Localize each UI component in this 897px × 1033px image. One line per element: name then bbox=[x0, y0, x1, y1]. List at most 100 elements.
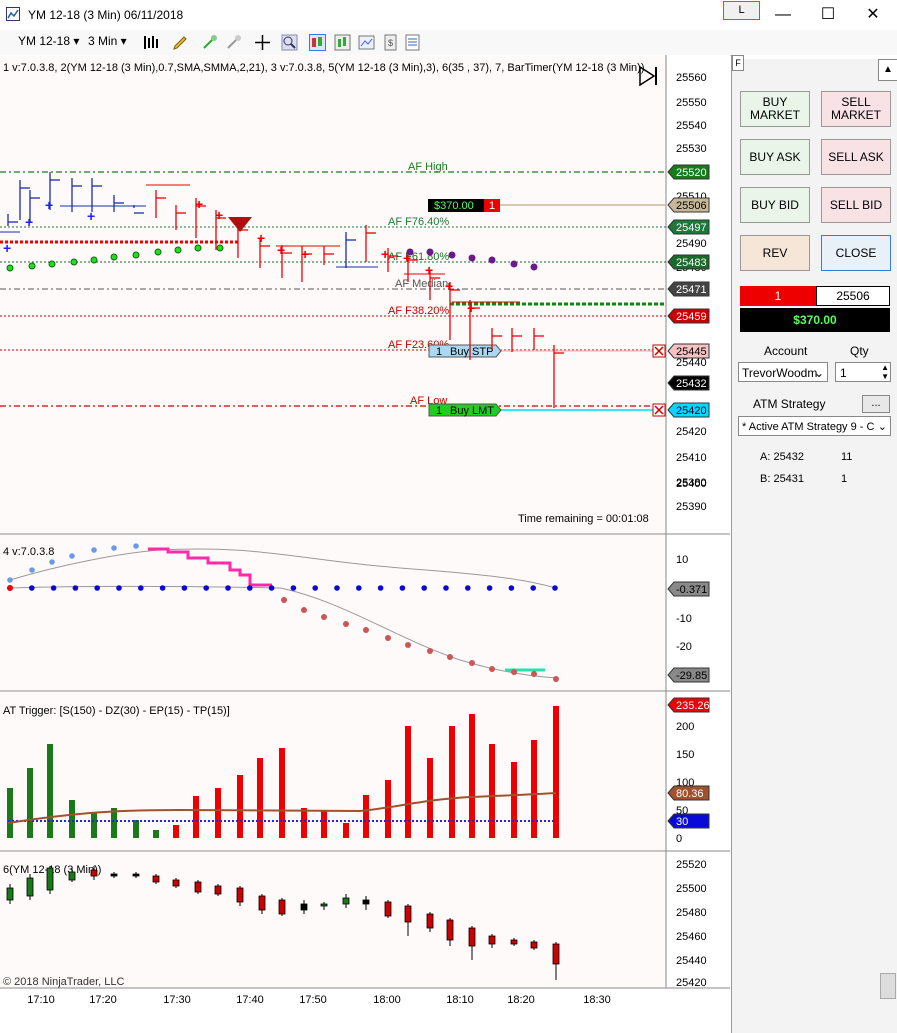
candle-body bbox=[468, 927, 476, 947]
chart-area[interactable]: 1 v:7.0.3.8, 2(YM 12-18 (3 Min),0.7,SMA,… bbox=[0, 55, 730, 1033]
buy-ask-button[interactable]: BUY ASK bbox=[740, 139, 810, 175]
price-axis-marker-label: 25445 bbox=[676, 346, 707, 358]
close-position-button[interactable]: CLOSE bbox=[821, 235, 891, 271]
zoom-icon[interactable] bbox=[281, 34, 298, 51]
trigger-bar bbox=[153, 830, 159, 838]
bar-type-icon[interactable] bbox=[142, 34, 159, 51]
buy-limit-order[interactable]: 1 Buy LMT bbox=[428, 403, 502, 417]
trigger-bar bbox=[27, 768, 33, 838]
osc-light-dot bbox=[7, 577, 13, 583]
green-dot bbox=[194, 244, 202, 252]
cancel-buy-stop-icon[interactable] bbox=[652, 344, 666, 358]
osc-axis-marker-label: -29.85 bbox=[676, 670, 707, 682]
chevron-down-icon: ⌄ bbox=[813, 366, 824, 380]
price-axis-marker-label: 25420 bbox=[676, 405, 707, 417]
candle-body bbox=[510, 939, 518, 945]
green-dot bbox=[48, 260, 56, 268]
purple-dot bbox=[406, 248, 414, 256]
plus-marker: + bbox=[25, 214, 33, 230]
trigger-bar bbox=[385, 780, 391, 838]
data-box-icon[interactable] bbox=[334, 34, 351, 51]
osc-blue-dot bbox=[334, 585, 340, 591]
chart-image-icon[interactable] bbox=[358, 34, 375, 51]
osc-axis-marker-label: -0.371 bbox=[676, 584, 707, 596]
osc-red-dot bbox=[385, 635, 391, 641]
osc-red-dot bbox=[343, 621, 349, 627]
reverse-button[interactable]: REV bbox=[740, 235, 810, 271]
qty-stepper[interactable]: 1 ▲ ▼ bbox=[835, 362, 891, 382]
pencil-icon[interactable] bbox=[172, 34, 189, 51]
price-axis: 2556025550255402553025510254902548025440… bbox=[667, 72, 710, 513]
candle-body bbox=[300, 903, 308, 911]
osc-red-dot bbox=[469, 660, 475, 666]
strategy-icon[interactable]: $ bbox=[382, 34, 399, 51]
minimize-button[interactable]: — bbox=[761, 2, 805, 28]
osc-blue-dot bbox=[486, 585, 493, 591]
trigger-bar bbox=[237, 775, 243, 838]
order-label: Buy STP bbox=[450, 346, 493, 358]
osc-light-dot bbox=[111, 545, 117, 551]
cancel-buy-limit-icon[interactable] bbox=[652, 403, 666, 417]
osc-light-dot bbox=[133, 543, 139, 549]
maximize-button[interactable]: ☐ bbox=[806, 2, 850, 28]
scrollbar-thumb[interactable] bbox=[880, 973, 896, 999]
float-icon[interactable]: F bbox=[732, 55, 744, 71]
osc-blue-dot bbox=[399, 585, 406, 591]
interval-selector[interactable]: 3 Min ▾ bbox=[88, 34, 127, 48]
candle-body bbox=[446, 919, 454, 941]
buy-bid-button[interactable]: BUY BID bbox=[740, 187, 810, 223]
atm-strategy-label: ATM Strategy bbox=[753, 397, 826, 411]
sell-ask-button[interactable]: SELL ASK bbox=[821, 139, 891, 175]
sell-market-button[interactable]: SELL MARKET bbox=[821, 91, 891, 127]
stepper-arrows-icon[interactable]: ▲ ▼ bbox=[881, 363, 889, 381]
add-indicator-icon[interactable] bbox=[202, 34, 219, 51]
pnl-display: $370.00 bbox=[740, 308, 890, 332]
candle-tick-label: 25500 bbox=[676, 883, 707, 895]
osc-light-dot bbox=[49, 559, 55, 565]
properties-icon[interactable] bbox=[404, 34, 421, 51]
osc-tick-label: -10 bbox=[676, 613, 692, 625]
scroll-up-arrow-icon[interactable]: ▲ bbox=[878, 59, 897, 81]
trigger-tick-label: 200 bbox=[676, 721, 694, 733]
green-dot bbox=[174, 246, 182, 254]
atm-options-button[interactable]: ... bbox=[862, 395, 890, 413]
account-select[interactable]: TrevorWoodm ⌄ bbox=[738, 362, 828, 382]
trigger-bar bbox=[321, 810, 327, 838]
candle-tick-label: 25460 bbox=[676, 931, 707, 943]
candle-tick-label: 25520 bbox=[676, 859, 707, 871]
l-button[interactable]: L bbox=[723, 1, 760, 20]
position-marker[interactable]: $370.00 1 bbox=[428, 199, 500, 212]
price-tick-label: 25420 bbox=[676, 426, 707, 438]
buy-stop-order[interactable]: 1 Buy STP bbox=[428, 344, 502, 358]
green-dot bbox=[110, 253, 118, 261]
candle-body bbox=[530, 941, 538, 949]
price-axis-marker-label: 25497 bbox=[676, 222, 707, 234]
sell-bid-button[interactable]: SELL BID bbox=[821, 187, 891, 223]
osc-light-dot bbox=[91, 547, 97, 553]
atm-strategy-select[interactable]: * Active ATM Strategy 9 - C ⌄ bbox=[738, 416, 891, 436]
purple-dot bbox=[426, 248, 434, 256]
close-window-button[interactable]: ✕ bbox=[851, 2, 895, 28]
green-dot bbox=[154, 248, 162, 256]
chart-trader-icon[interactable] bbox=[309, 34, 326, 51]
purple-dot bbox=[510, 260, 518, 268]
price-tick-label: 25550 bbox=[676, 97, 707, 109]
instrument-selector[interactable]: YM 12-18 ▾ bbox=[18, 34, 79, 48]
time-remaining: Time remaining = 00:01:08 bbox=[518, 513, 649, 525]
osc-red-dot bbox=[281, 597, 287, 603]
position-price-display: 25506 bbox=[816, 286, 890, 306]
osc-red-dot bbox=[447, 654, 453, 660]
candle-body bbox=[362, 899, 370, 905]
price-axis-marker-label: 25506 bbox=[676, 200, 707, 212]
osc-blue-dot bbox=[530, 585, 536, 591]
osc-blue-dot bbox=[72, 585, 79, 591]
osc-blue-dot bbox=[377, 585, 384, 591]
plus-marker: + bbox=[3, 240, 11, 256]
remove-indicator-icon[interactable] bbox=[226, 34, 243, 51]
crosshair-icon[interactable] bbox=[254, 34, 271, 51]
ask-label: A: 25432 bbox=[760, 451, 805, 463]
buy-market-button[interactable]: BUY MARKET bbox=[740, 91, 810, 127]
candle-body bbox=[342, 897, 350, 905]
price-tick-label: 25560 bbox=[676, 72, 707, 84]
trigger-bar bbox=[47, 744, 53, 838]
